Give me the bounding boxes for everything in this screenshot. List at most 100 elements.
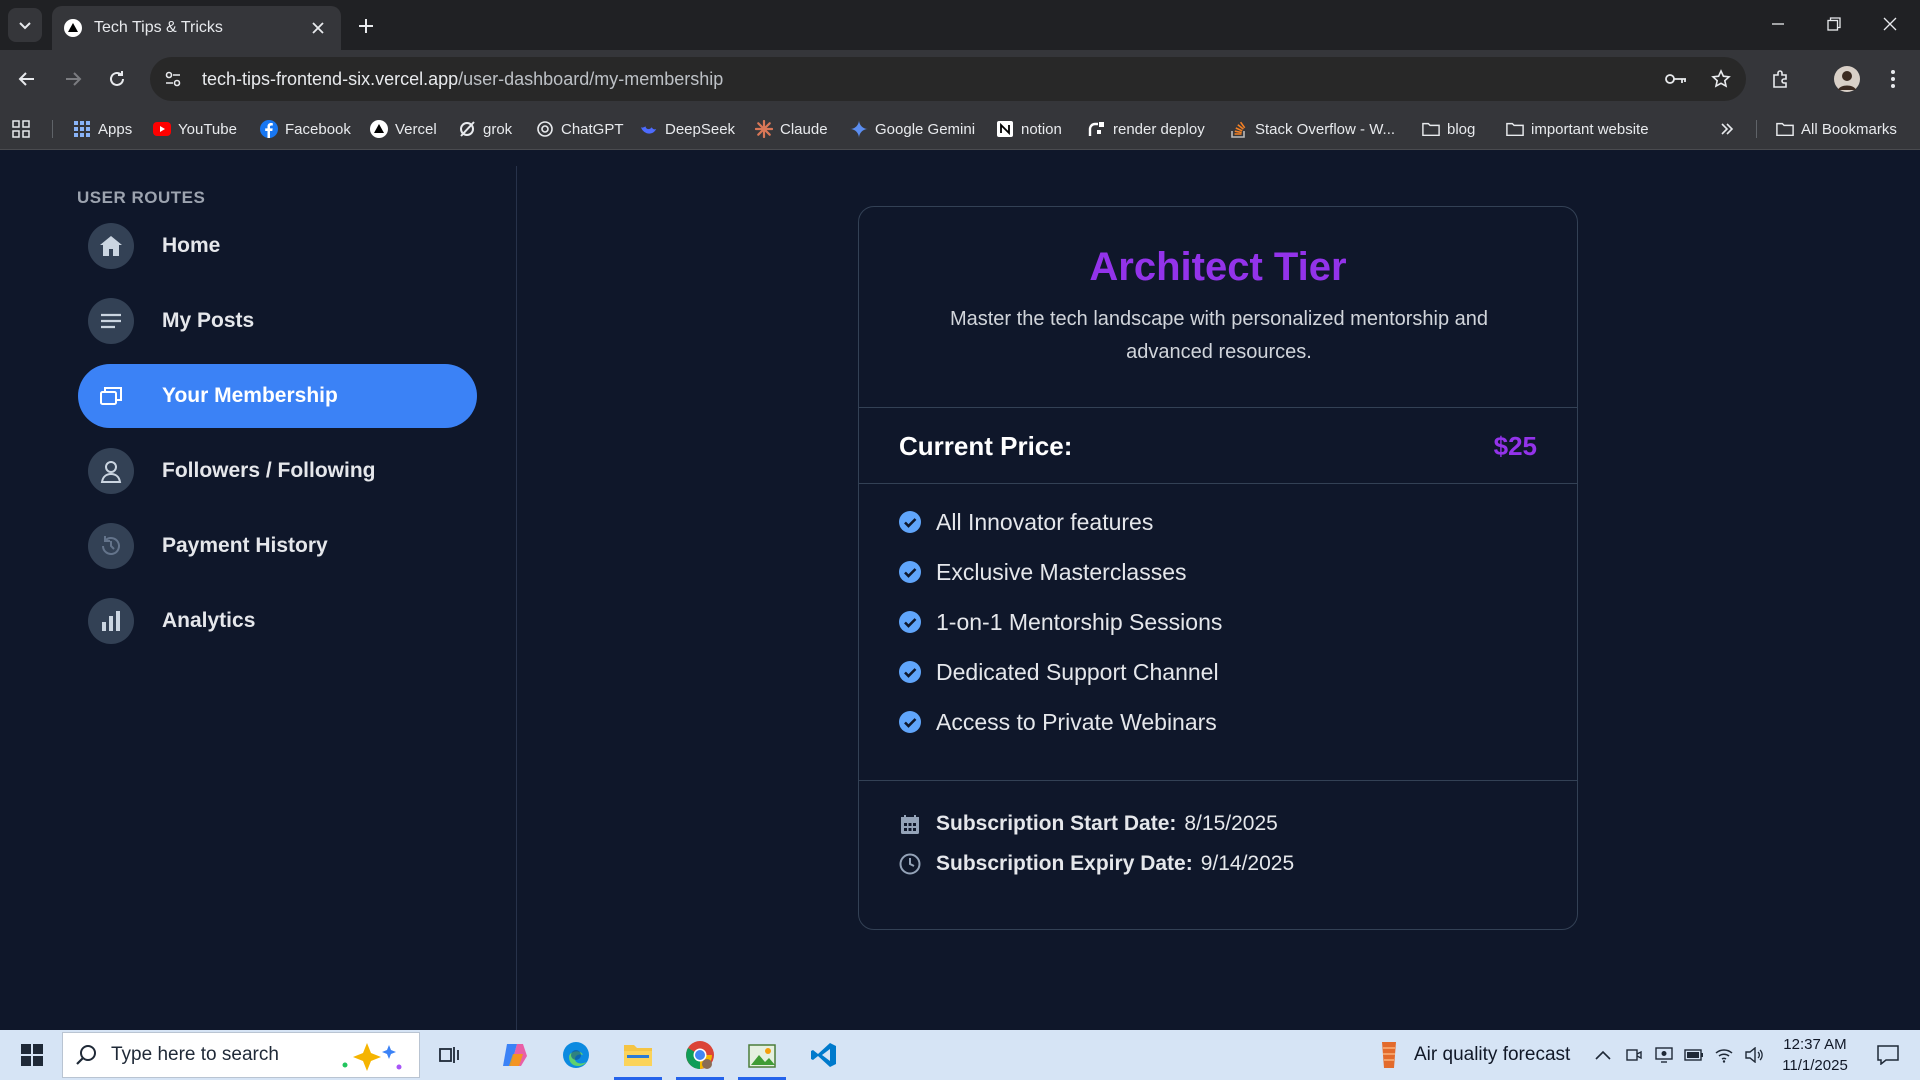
bookmark-label: Stack Overflow - W...: [1255, 120, 1396, 138]
bookmark-grok[interactable]: grok: [458, 114, 512, 144]
forward-button[interactable]: [56, 62, 90, 96]
bookmark-claude[interactable]: Claude: [755, 114, 828, 144]
back-button[interactable]: [10, 62, 44, 96]
taskbar-file-explorer[interactable]: [610, 1030, 666, 1080]
bookmark-render-deploy[interactable]: render deploy: [1088, 114, 1205, 144]
vercel-favicon-icon: [64, 19, 82, 37]
tray-network[interactable]: [1710, 1030, 1738, 1080]
task-view-button[interactable]: [422, 1030, 478, 1080]
apps-launcher-button[interactable]: [12, 114, 37, 144]
address-bar[interactable]: tech-tips-frontend-six.vercel.app/user-d…: [150, 57, 1746, 101]
tray-battery[interactable]: [1680, 1030, 1708, 1080]
dashboard-page: USER ROUTES Home My Posts Your Membershi…: [0, 150, 1920, 1030]
taskbar-vscode[interactable]: [796, 1030, 852, 1080]
bookmark-folder-blog[interactable]: blog: [1422, 114, 1475, 144]
close-tab-icon[interactable]: [307, 17, 329, 39]
taskbar-edge[interactable]: [548, 1030, 604, 1080]
reload-button[interactable]: [100, 62, 134, 96]
sidebar-item-analytics[interactable]: Analytics: [78, 589, 477, 653]
browser-tab-active[interactable]: Tech Tips & Tricks: [52, 6, 341, 50]
more-vertical-icon: [1891, 70, 1895, 88]
browser-menu-button[interactable]: [1876, 62, 1910, 96]
tray-app[interactable]: [1650, 1030, 1678, 1080]
bookmarks-divider: [52, 120, 53, 138]
feature-item: All Innovator features: [899, 507, 1153, 537]
site-info-icon[interactable]: [158, 64, 188, 94]
bookmark-chatgpt[interactable]: ChatGPT: [536, 114, 624, 144]
price-label: Current Price:: [899, 431, 1073, 461]
tray-meet-now[interactable]: [1620, 1030, 1648, 1080]
url-path: /user-dashboard/my-membership: [458, 68, 724, 89]
taskbar-chrome[interactable]: [672, 1030, 728, 1080]
plus-icon: [359, 19, 373, 33]
folder-icon: [1506, 120, 1524, 138]
bookmark-label: Apps: [98, 120, 133, 138]
tab-search-button[interactable]: [8, 8, 42, 42]
card-divider: [859, 780, 1577, 781]
arrow-right-icon: [66, 72, 82, 86]
bookmark-vercel[interactable]: Vercel: [370, 114, 437, 144]
sidebar-item-label: Payment History: [162, 534, 328, 557]
membership-icon: [88, 373, 134, 419]
restore-icon: [1827, 17, 1841, 31]
sidebar-item-my-posts[interactable]: My Posts: [78, 289, 477, 353]
chevron-down-icon: [19, 22, 31, 30]
tray-volume[interactable]: [1740, 1030, 1768, 1080]
bookmark-folder-important[interactable]: important website: [1506, 114, 1649, 144]
bookmark-apps[interactable]: Apps: [73, 114, 132, 144]
stackoverflow-icon: [1230, 120, 1248, 138]
bookmark-stackoverflow[interactable]: Stack Overflow - W...: [1230, 114, 1395, 144]
bookmark-notion[interactable]: notion: [996, 114, 1062, 144]
sidebar-item-label: Your Membership: [162, 384, 338, 407]
bookmark-youtube[interactable]: YouTube: [153, 114, 237, 144]
password-key-icon[interactable]: [1662, 65, 1690, 93]
url-text[interactable]: tech-tips-frontend-six.vercel.app/user-d…: [202, 69, 723, 90]
new-tab-button[interactable]: [352, 12, 380, 40]
chrome-icon: [686, 1041, 714, 1069]
membership-card: Architect Tier Master the tech landscape…: [858, 206, 1578, 930]
display-icon: [1655, 1047, 1673, 1063]
show-hidden-icons-button[interactable]: [1588, 1030, 1618, 1080]
taskbar-copilot[interactable]: [486, 1030, 542, 1080]
check-circle-icon: [899, 661, 921, 683]
card-divider: [859, 407, 1577, 408]
feature-label: Exclusive Masterclasses: [936, 558, 1187, 585]
bookmark-facebook[interactable]: Facebook: [260, 114, 351, 144]
check-circle-icon: [899, 561, 921, 583]
deepseek-icon: [640, 120, 658, 138]
sidebar-item-followers[interactable]: Followers / Following: [78, 439, 477, 503]
start-date-value: 8/15/2025: [1184, 812, 1278, 835]
extensions-button[interactable]: [1764, 62, 1798, 96]
sidebar-item-payment-history[interactable]: Payment History: [78, 514, 477, 578]
close-window-button[interactable]: [1862, 0, 1918, 48]
feature-label: 1-on-1 Mentorship Sessions: [936, 608, 1223, 635]
vercel-icon: [370, 120, 388, 138]
clock-date: 11/1/2025: [1782, 1057, 1848, 1074]
reload-icon: [110, 71, 124, 86]
more-bookmarks-button[interactable]: [1718, 114, 1743, 144]
start-button[interactable]: [8, 1030, 56, 1080]
restore-button[interactable]: [1806, 0, 1862, 48]
all-bookmarks-button[interactable]: All Bookmarks: [1776, 114, 1897, 144]
bookmark-label: Facebook: [285, 120, 351, 138]
calendar-icon: [899, 813, 921, 835]
sidebar-item-your-membership[interactable]: Your Membership: [78, 364, 477, 428]
all-bookmarks-label: All Bookmarks: [1801, 120, 1897, 138]
notification-center-button[interactable]: [1866, 1030, 1910, 1080]
taskbar-search-box[interactable]: Type here to search: [62, 1032, 420, 1078]
profile-avatar[interactable]: [1830, 62, 1864, 96]
bookmark-label: important website: [1531, 120, 1649, 138]
bookmark-gemini[interactable]: Google Gemini: [850, 114, 975, 144]
bookmark-deepseek[interactable]: DeepSeek: [640, 114, 735, 144]
taskbar-image-app[interactable]: [734, 1030, 790, 1080]
sidebar-item-home[interactable]: Home: [78, 214, 477, 278]
price-value: $25: [1493, 431, 1537, 461]
taskbar-clock[interactable]: 12:37 AM 11/1/2025: [1770, 1034, 1860, 1076]
windows-logo-icon: [21, 1044, 43, 1066]
folder-icon: [1422, 120, 1440, 138]
minimize-button[interactable]: [1750, 0, 1806, 48]
browser-titlebar: Tech Tips & Tricks: [0, 0, 1920, 50]
claude-icon: [755, 120, 773, 138]
bookmark-star-icon[interactable]: [1707, 65, 1735, 93]
taskbar-weather-widget[interactable]: Air quality forecast: [1378, 1030, 1570, 1080]
